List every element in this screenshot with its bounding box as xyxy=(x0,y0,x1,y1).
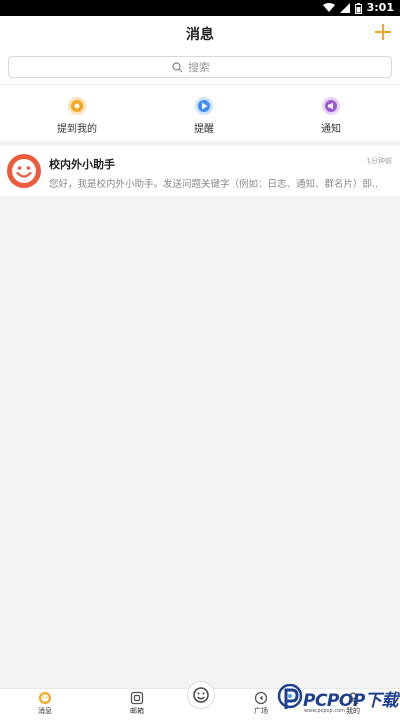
message-icon xyxy=(39,692,51,704)
search-input[interactable] xyxy=(188,60,228,74)
notice-icon xyxy=(322,97,340,115)
mention-icon xyxy=(68,97,86,115)
shortcut-mentions[interactable]: 提到我的 xyxy=(37,95,117,135)
search-icon xyxy=(172,61,183,72)
watermark-sub: www.pcpop.com xyxy=(304,708,345,714)
wifi-icon xyxy=(322,3,335,12)
message-preview: 您好，我是校内外小助手。发送问题关键字（例如：日志、通知、群名片）即... xyxy=(49,179,379,190)
nav-center-button[interactable] xyxy=(187,681,215,709)
nav-label: 消息 xyxy=(38,707,52,715)
shortcut-row: 提到我的 提醒 通知 xyxy=(0,84,400,141)
status-icons: 3:01 xyxy=(322,1,394,15)
message-time: 1分钟前 xyxy=(366,157,392,165)
smile-icon xyxy=(193,687,209,703)
assistant-avatar xyxy=(7,154,41,188)
message-list-item[interactable]: 校内外小助手 1分钟前 您好，我是校内外小助手。发送问题关键字（例如：日志、通知… xyxy=(0,146,400,196)
battery-icon xyxy=(354,2,362,14)
add-icon[interactable] xyxy=(374,23,392,41)
search-bar xyxy=(0,50,400,84)
nav-tab-messages[interactable]: 消息 xyxy=(15,691,75,716)
status-bar: 3:01 xyxy=(0,0,400,16)
shortcut-label: 通知 xyxy=(321,124,341,135)
shortcut-label: 提到我的 xyxy=(57,124,97,135)
nav-tab-mailbox[interactable]: 邮箱 xyxy=(107,691,167,716)
mailbox-icon xyxy=(130,691,144,705)
shortcut-label: 提醒 xyxy=(194,124,214,135)
status-time: 3:01 xyxy=(366,1,394,14)
shortcut-reminder[interactable]: 提醒 xyxy=(164,95,244,135)
watermark-logo-icon xyxy=(277,684,303,709)
page-title: 消息 xyxy=(186,27,214,43)
top-header: 消息 xyxy=(0,16,400,50)
search-box[interactable] xyxy=(8,56,392,78)
watermark: PCPOP下载 www.pcpop.com xyxy=(277,682,400,720)
square-icon xyxy=(254,691,268,705)
signal-icon xyxy=(339,3,350,13)
message-sender: 校内外小助手 xyxy=(49,158,115,171)
shortcut-notice[interactable]: 通知 xyxy=(291,95,371,135)
nav-label: 邮箱 xyxy=(130,707,144,715)
reminder-icon xyxy=(195,97,213,115)
